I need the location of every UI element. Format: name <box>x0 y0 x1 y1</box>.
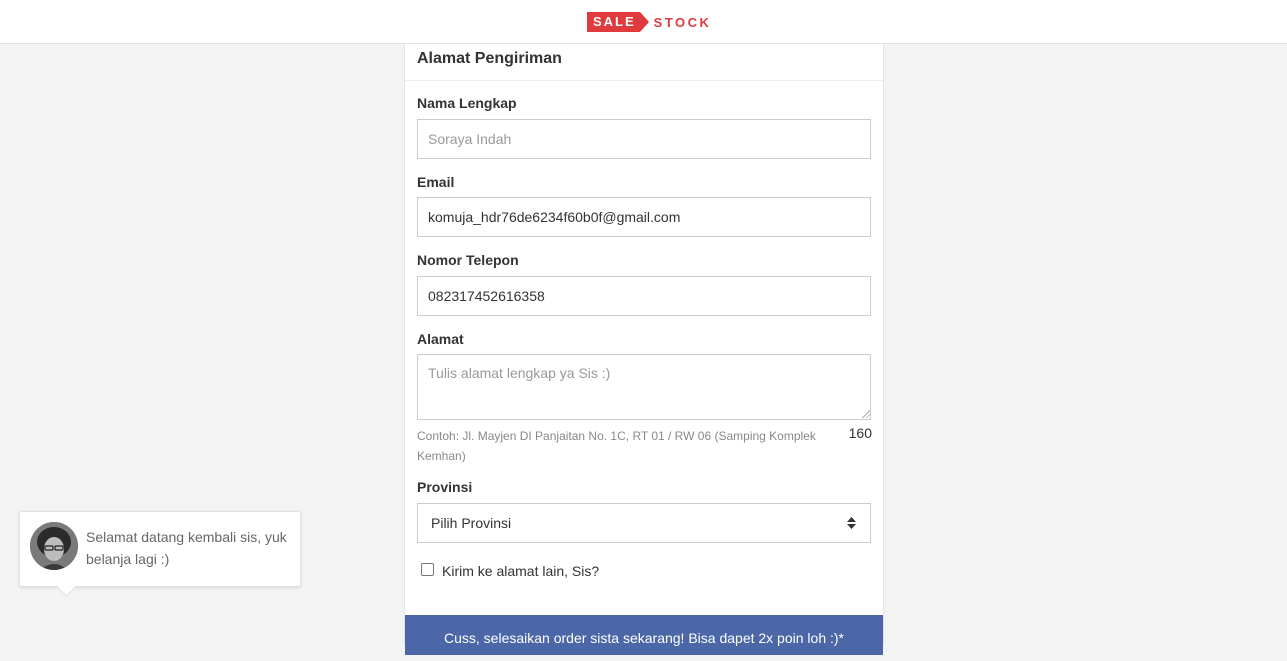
email-label: Email <box>417 174 455 190</box>
salestock-logo[interactable]: SALE STOCK <box>587 12 711 32</box>
logo-sale-text: SALE <box>587 12 649 32</box>
address-char-counter: 160 <box>848 425 872 441</box>
alt-address-label[interactable]: Kirim ke alamat lain, Sis? <box>442 563 599 579</box>
welcome-chat-bubble[interactable]: Selamat datang kembali sis, yuk belanja … <box>19 511 301 587</box>
select-arrows-icon <box>847 517 856 529</box>
checkout-button[interactable]: Cuss, selesaikan order sista sekarang! B… <box>405 615 883 655</box>
province-select[interactable]: Pilih Provinsi <box>417 503 871 543</box>
welcome-message: Selamat datang kembali sis, yuk belanja … <box>86 529 287 567</box>
address-label: Alamat <box>417 331 464 347</box>
logo-stock-text: STOCK <box>653 14 712 30</box>
name-label: Nama Lengkap <box>417 95 517 111</box>
address-textarea[interactable] <box>417 354 871 420</box>
phone-input[interactable] <box>417 276 871 316</box>
avatar-portrait-icon <box>30 522 78 570</box>
email-input[interactable] <box>417 197 871 237</box>
shipping-address-form: Alamat Pengiriman Nama Lengkap Email Nom… <box>404 44 884 655</box>
province-label: Provinsi <box>417 479 473 495</box>
phone-label: Nomor Telepon <box>417 252 519 268</box>
province-selected-value: Pilih Provinsi <box>431 515 512 531</box>
avatar <box>30 522 78 570</box>
alt-address-checkbox[interactable] <box>421 563 434 576</box>
resize-grip-icon[interactable] <box>861 409 870 418</box>
name-input[interactable] <box>417 119 871 159</box>
top-bar: SALE STOCK <box>0 0 1287 44</box>
address-hint: Contoh: Jl. Mayjen DI Panjaitan No. 1C, … <box>417 429 816 463</box>
form-title: Alamat Pengiriman <box>405 44 883 81</box>
